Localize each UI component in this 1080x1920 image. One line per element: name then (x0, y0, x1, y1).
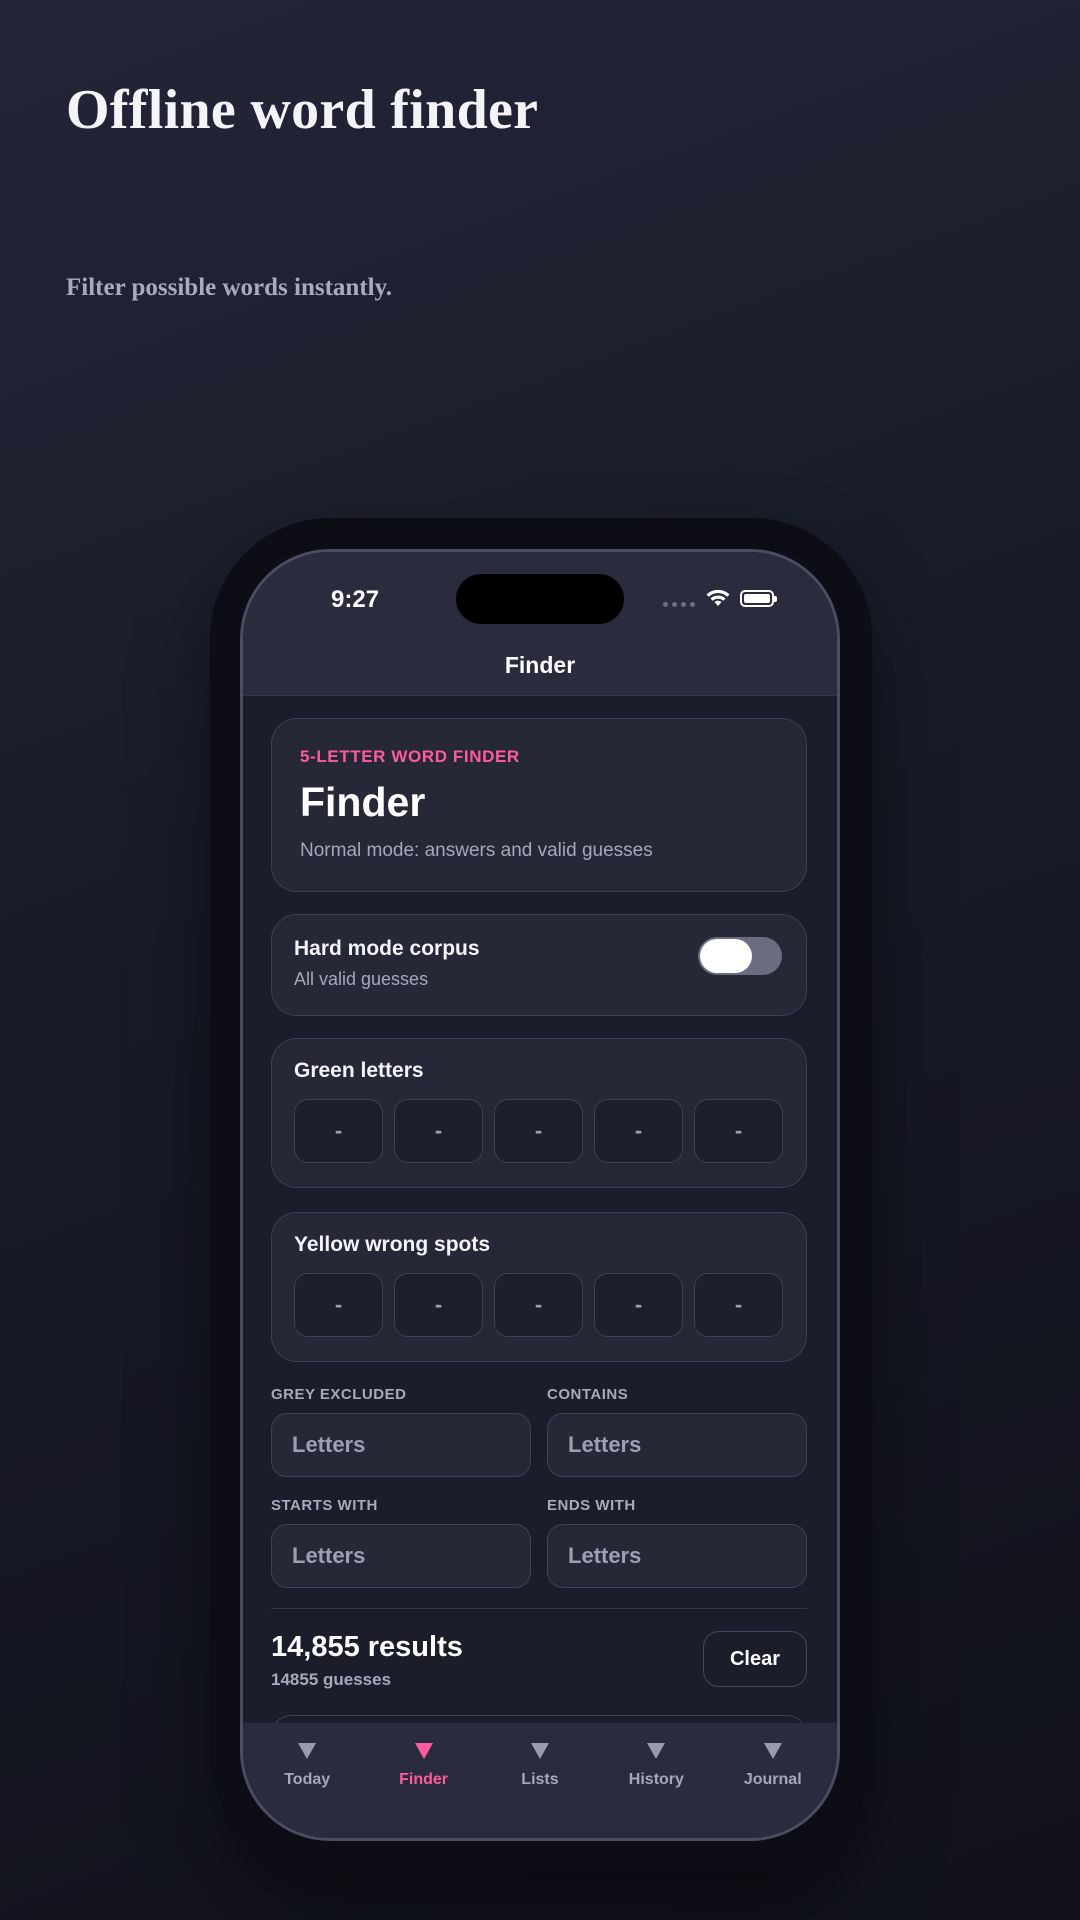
battery-icon (740, 590, 777, 607)
tab-label: History (628, 1771, 684, 1788)
tab-label: Today (284, 1771, 331, 1788)
green-letters-card: Green letters - - - - - (271, 1038, 807, 1188)
tab-label: Finder (399, 1771, 449, 1788)
yellow-slot-5[interactable]: - (694, 1273, 783, 1337)
phone-screen: 9:27 Finder 5-LETTER WORD FINDER Finder … (240, 549, 840, 1841)
header-title: Finder (300, 779, 426, 825)
contains-group: CONTAINS Letters (547, 1386, 807, 1477)
starts-with-label: STARTS WITH (271, 1497, 378, 1514)
filter-fields: GREY EXCLUDED Letters CONTAINS Letters S… (271, 1386, 807, 1588)
triangle-down-icon (298, 1743, 317, 1759)
tab-bar: Today Finder Lists History Journal (243, 1723, 837, 1838)
finder-header-card: 5-LETTER WORD FINDER Finder Normal mode:… (271, 718, 807, 892)
dynamic-island (456, 574, 624, 624)
grey-excluded-group: GREY EXCLUDED Letters (271, 1386, 531, 1477)
yellow-slot-4[interactable]: - (594, 1273, 683, 1337)
green-letter-slots: - - - - - (294, 1099, 784, 1163)
header-eyebrow: 5-LETTER WORD FINDER (300, 747, 520, 766)
triangle-down-icon (763, 1743, 782, 1759)
header-description: Normal mode: answers and valid guesses (300, 840, 653, 861)
status-time: 9:27 (331, 586, 380, 613)
hero-title: Offline word finder (66, 79, 539, 141)
yellow-letters-card: Yellow wrong spots - - - - - (271, 1212, 807, 1362)
hero-subtitle: Filter possible words instantly. (66, 274, 392, 301)
tab-lists[interactable]: Lists (485, 1723, 595, 1838)
tab-finder[interactable]: Finder (369, 1723, 479, 1838)
hard-mode-card: Hard mode corpus All valid guesses (271, 914, 807, 1016)
yellow-slot-3[interactable]: - (494, 1273, 583, 1337)
results-divider (271, 1608, 807, 1609)
tab-history[interactable]: History (601, 1723, 711, 1838)
green-letters-title: Green letters (294, 1059, 424, 1082)
hard-mode-toggle[interactable] (698, 937, 782, 975)
ends-with-label: ENDS WITH (547, 1497, 636, 1514)
triangle-down-icon (647, 1743, 666, 1759)
green-slot-2[interactable]: - (394, 1099, 483, 1163)
starts-with-group: STARTS WITH Letters (271, 1497, 531, 1588)
toggle-knob (700, 939, 752, 973)
tab-label: Lists (521, 1771, 559, 1788)
starts-with-input[interactable]: Letters (271, 1524, 531, 1588)
grey-excluded-label: GREY EXCLUDED (271, 1386, 407, 1403)
wifi-icon (706, 589, 730, 606)
tab-today[interactable]: Today (252, 1723, 362, 1838)
yellow-letter-slots: - - - - - (294, 1273, 784, 1337)
nav-title: Finder (504, 652, 576, 678)
tab-journal[interactable]: Journal (718, 1723, 828, 1838)
ends-with-group: ENDS WITH Letters (547, 1497, 807, 1588)
yellow-slot-2[interactable]: - (394, 1273, 483, 1337)
triangle-down-icon (414, 1743, 433, 1759)
contains-input[interactable]: Letters (547, 1413, 807, 1477)
results-summary: 14,855 results 14855 guesses Clear (271, 1631, 807, 1695)
clear-button[interactable]: Clear (703, 1631, 807, 1687)
tab-label: Journal (743, 1771, 802, 1788)
yellow-letters-title: Yellow wrong spots (294, 1233, 491, 1256)
cellular-signal-icon (663, 602, 695, 607)
green-slot-1[interactable]: - (294, 1099, 383, 1163)
triangle-down-icon (530, 1743, 549, 1759)
green-slot-4[interactable]: - (594, 1099, 683, 1163)
yellow-slot-1[interactable]: - (294, 1273, 383, 1337)
green-slot-5[interactable]: - (694, 1099, 783, 1163)
contains-label: CONTAINS (547, 1386, 629, 1403)
ends-with-input[interactable]: Letters (547, 1524, 807, 1588)
finder-content: 5-LETTER WORD FINDER Finder Normal mode:… (271, 718, 807, 1746)
green-slot-3[interactable]: - (494, 1099, 583, 1163)
navigation-bar: Finder (243, 640, 837, 696)
grey-excluded-input[interactable]: Letters (271, 1413, 531, 1477)
status-bar: 9:27 (243, 552, 837, 640)
